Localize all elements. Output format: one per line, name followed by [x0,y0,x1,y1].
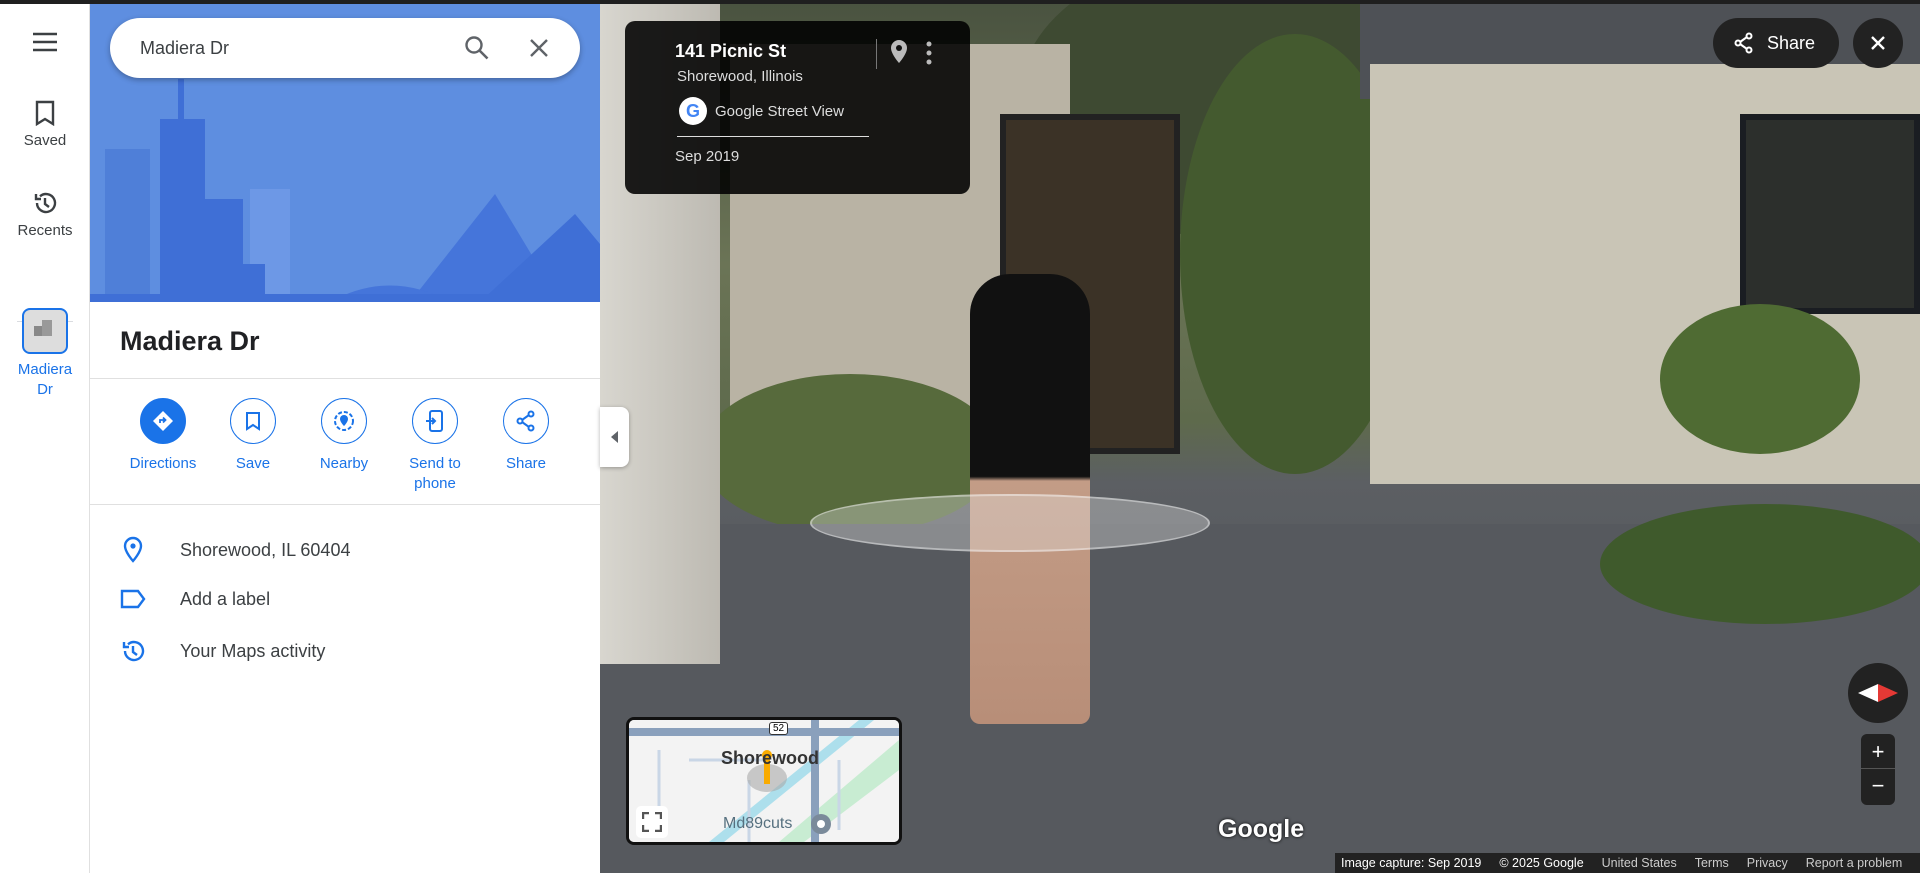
minimap-poi-label: Md89cuts [723,815,793,832]
copyright: © 2025 Google [1499,856,1584,870]
share-icon [516,410,535,432]
directions-button[interactable]: Directions [113,398,213,474]
share-button[interactable]: Share [476,398,576,474]
caret-left-icon [610,431,618,443]
close-icon[interactable] [528,37,550,59]
report-problem-link[interactable]: Report a problem [1806,856,1903,870]
save-button[interactable]: Save [203,398,303,474]
location-pin-icon [123,536,143,563]
place-thumbnail [22,308,68,354]
collapse-panel-button[interactable] [600,407,629,467]
send-to-phone-button[interactable]: Send to phone [385,398,485,494]
navigation-arrow-ring[interactable] [810,494,1210,552]
minimap-route-shield: 52 [769,722,789,735]
rail-recent-place-label: Madiera Dr [17,361,73,398]
compass-icon [1858,684,1898,702]
search-icon[interactable] [464,35,490,61]
zoom-in-button[interactable]: + [1861,734,1895,769]
place-title: Madiera Dr [120,326,260,356]
share-icon [1734,32,1753,54]
left-rail: Saved Recents Madiera Dr [0,4,90,873]
attribution-bar: Image capture: Sep 2019 © 2025 Google Un… [1335,853,1920,873]
hero-illustration [90,4,600,302]
maps-activity-text: Your Maps activity [180,640,326,661]
divider [90,378,600,379]
rail-recent-place[interactable]: Madiera Dr [0,308,90,400]
maps-activity-row[interactable]: Your Maps activity [120,638,325,664]
country-link[interactable]: United States [1602,856,1677,870]
nearby-button[interactable]: Nearby [294,398,394,474]
address-text: Shorewood, IL 60404 [180,539,351,560]
search-input[interactable] [140,37,460,59]
address-row[interactable]: Shorewood, IL 60404 [120,536,350,564]
label-icon [120,589,146,609]
history-icon [122,640,145,662]
rail-recents[interactable]: Recents [0,190,90,239]
close-icon [1871,36,1885,50]
sv-close-button[interactable] [1853,18,1903,68]
rail-recents-label: Recents [17,222,73,239]
sv-address: 141 Picnic St [675,41,787,61]
more-vert-icon[interactable] [925,41,933,65]
directions-icon [153,411,173,431]
terms-link[interactable]: Terms [1695,856,1729,870]
sv-share-button[interactable]: Share [1713,18,1839,68]
divider [876,39,877,69]
zoom-control: + − [1861,734,1895,805]
save-label: Save [235,455,271,472]
menu-icon [33,32,57,52]
add-label-text: Add a label [180,588,271,609]
send-to-phone-label: Send to phone [409,455,461,492]
bookmark-icon [246,412,260,431]
building-icon [34,320,52,336]
location-pin-icon[interactable] [889,38,909,66]
nearby-icon [334,411,354,431]
directions-label: Directions [129,455,197,472]
google-logo: Google [1218,815,1305,843]
minimap[interactable]: 52 Shorewood Md89cuts [626,717,902,845]
nearby-label: Nearby [319,455,369,472]
search-box [110,18,580,78]
house-window [1740,114,1920,314]
sv-source-label: Google Street View [715,102,844,120]
fullscreen-icon [642,812,662,832]
place-panel: Madiera Dr Directions Save Nearby Send t… [90,4,600,873]
sv-locality: Shorewood, Illinois [677,68,803,85]
divider [677,136,869,137]
rail-saved[interactable]: Saved [0,100,90,149]
sv-date: Sep 2019 [675,148,740,165]
minimap-town-label: Shorewood [721,748,819,768]
send-to-phone-icon [426,410,443,432]
expand-minimap-button[interactable] [636,806,668,838]
rail-saved-label: Saved [23,132,67,149]
divider [90,504,600,505]
window-top-bar [0,0,1920,4]
share-label: Share [505,455,547,472]
history-icon [34,192,57,214]
image-capture-date: Image capture: Sep 2019 [1341,856,1482,870]
sv-share-label: Share [1767,32,1816,53]
compass-button[interactable] [1848,663,1908,723]
street-view-info-card: 141 Picnic St Shorewood, Illinois G Goog… [625,21,970,194]
sv-source: G Google Street View [679,97,844,125]
zoom-out-button[interactable]: − [1861,769,1895,804]
google-logo-icon: G [679,97,707,125]
add-label-row[interactable]: Add a label [120,588,270,610]
privacy-link[interactable]: Privacy [1747,856,1788,870]
bookmark-icon [35,100,55,126]
menu-button[interactable] [0,32,90,58]
